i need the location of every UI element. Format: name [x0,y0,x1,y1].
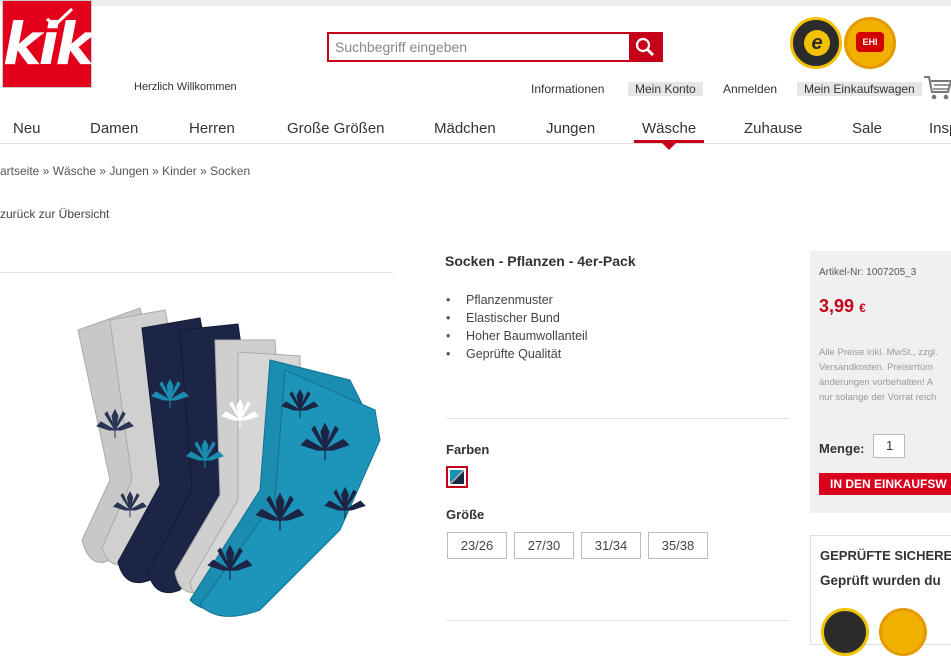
nav-jungen[interactable]: Jungen [546,120,595,137]
ehi-text: EHI [856,32,884,52]
kik-logo[interactable]: kik [2,0,94,88]
search-button[interactable] [629,34,661,60]
trust-heading: GEPRÜFTE SICHERE [820,548,951,563]
nav-grosse-groessen[interactable]: Große Größen [287,120,385,137]
colors-label: Farben [446,442,490,457]
back-to-overview-link[interactable]: zurück zur Übersicht [0,207,109,221]
search-icon [635,37,655,57]
product-title: Socken - Pflanzen - 4er-Pack [445,253,636,269]
article-number: Artikel-Nr: 1007205_3 [819,267,917,278]
breadcrumb[interactable]: artseite » Wäsche » Jungen » Kinder » So… [0,164,250,178]
link-mein-konto[interactable]: Mein Konto [628,80,703,98]
sizes-label: Größe [446,507,485,522]
product-image[interactable] [70,300,390,620]
link-einkaufswagen[interactable]: Mein Einkaufswagen [797,80,922,98]
nav-maedchen[interactable]: Mädchen [434,120,496,137]
add-to-cart-button[interactable]: IN DEN EINKAUFSW [819,473,951,495]
size-option[interactable]: 31/34 [581,532,641,559]
legal-notice: Alle Preise inkl. MwSt., zzgl. Versandko… [819,347,938,403]
list-item: Hoher Baumwollanteil [446,327,588,345]
ehi-badge[interactable]: EHI [844,17,896,69]
search-input[interactable] [329,34,629,60]
quantity-input[interactable]: 1 [873,434,905,458]
color-swatch[interactable] [446,466,468,488]
size-option[interactable]: 27/30 [514,532,574,559]
nav-active-caret [662,143,676,150]
nav-waesche[interactable]: Wäsche [642,120,696,137]
link-informationen[interactable]: Informationen [524,80,611,98]
list-item: Geprüfte Qualität [446,345,588,363]
top-strip [0,0,951,6]
trusted-shops-letter: e [804,30,830,56]
nav-damen[interactable]: Damen [90,120,138,137]
link-anmelden[interactable]: Anmelden [716,80,784,98]
price: 3,99 € [819,296,866,316]
logo-check-icon [46,7,74,27]
quantity-label: Menge: [819,441,865,456]
trust-subheading: Geprüft wurden du [820,573,941,588]
shopping-cart-icon[interactable] [922,72,951,104]
main-navigation: Neu Damen Herren Große Größen Mädchen Ju… [0,113,951,150]
nav-zuhause[interactable]: Zuhause [744,120,802,137]
nav-neu[interactable]: Neu [13,120,41,137]
search-box [327,32,663,62]
divider [446,620,789,621]
divider [0,272,393,273]
size-option[interactable]: 35/38 [648,532,708,559]
nav-inspiration[interactable]: Insp [929,120,951,137]
list-item: Pflanzenmuster [446,291,588,309]
buy-box: Artikel-Nr: 1007205_3 3,99 € Alle Preise… [810,251,951,513]
trust-box: GEPRÜFTE SICHERE Geprüft wurden du [810,535,951,656]
nav-herren[interactable]: Herren [189,120,235,137]
trusted-shops-badge-small[interactable] [821,608,869,656]
welcome-text: Herzlich Willkommen [134,81,237,93]
feature-list: Pflanzenmuster Elastischer Bund Hoher Ba… [446,291,588,363]
ehi-badge-small[interactable] [879,608,927,656]
nav-sale[interactable]: Sale [852,120,882,137]
trusted-shops-badge[interactable]: e [790,17,842,69]
list-item: Elastischer Bund [446,309,588,327]
size-option[interactable]: 23/26 [447,532,507,559]
divider [446,418,789,419]
